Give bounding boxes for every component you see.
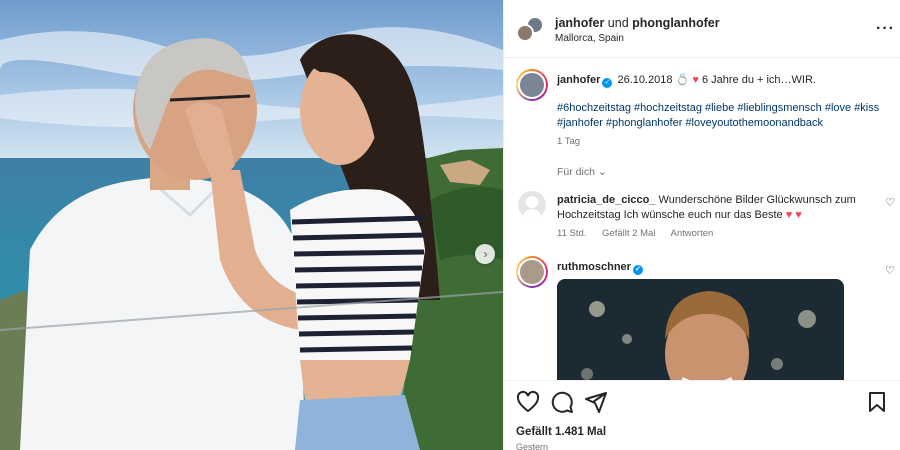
author-link-phonglanhofer[interactable]: phonglanhofer	[632, 16, 720, 30]
caption-text: 6 Jahre du + ich…WIR.	[701, 74, 816, 86]
post-details-panel: janhofer und phonglanhofer Mallorca, Spa…	[503, 0, 900, 450]
avatar[interactable]	[516, 256, 548, 288]
post-photo[interactable]: ›	[0, 0, 503, 450]
comment-username[interactable]: ruthmoschner	[557, 261, 631, 273]
author-link-janhofer[interactable]: janhofer	[555, 16, 604, 30]
avatar[interactable]	[516, 69, 548, 101]
comment: patricia_de_cicco_ Wunderschöne Bilder G…	[557, 193, 857, 223]
save-icon[interactable]	[865, 390, 889, 414]
next-photo-button[interactable]: ›	[475, 244, 495, 264]
collab-avatars[interactable]	[516, 16, 546, 44]
post-header: janhofer und phonglanhofer Mallorca, Spa…	[504, 0, 900, 58]
instagram-post: › janhofer und phonglanhofer Mallorca, S…	[0, 0, 900, 450]
next-arrow-icon: ›	[483, 247, 488, 261]
for-you-label: Für dich	[557, 166, 595, 178]
chevron-down-icon: ⌄	[597, 166, 607, 178]
verified-icon: ✓	[632, 265, 643, 275]
post-authors: janhofer und phonglanhofer	[555, 16, 720, 30]
like-icon[interactable]	[516, 390, 540, 414]
comment-likes[interactable]: Gefällt 2 Mal	[602, 228, 655, 239]
caption-line: janhofer ✓ 26.10.2018 💍 ♥ 6 Jahre du + ic…	[557, 73, 816, 88]
comments-scroll-area[interactable]: janhofer ✓ 26.10.2018 💍 ♥ 6 Jahre du + ic…	[504, 58, 900, 380]
comment-icon[interactable]	[550, 390, 574, 414]
post-date: Gestern	[516, 442, 549, 450]
comment-gif-image[interactable]	[557, 279, 844, 380]
more-icon[interactable]: ···	[876, 20, 895, 38]
location-link[interactable]: Mallorca, Spain	[555, 33, 624, 44]
avatar	[516, 24, 534, 42]
comment-username[interactable]: patricia_de_cicco_	[557, 194, 655, 206]
caption-hashtags[interactable]: #6hochzeitstag #hochzeitstag #liebe #lie…	[557, 101, 887, 131]
author-connector: und	[607, 16, 629, 30]
likes-count[interactable]: Gefällt 1.481 Mal	[516, 426, 606, 438]
comment-time: 11 Std.	[557, 228, 587, 239]
reply-button[interactable]: Antworten	[671, 228, 714, 239]
caption-time: 1 Tag	[557, 136, 581, 147]
like-icon[interactable]: ♡	[885, 196, 895, 209]
ring-icon: 💍	[675, 74, 690, 86]
heart-icon: ♥ ♥	[785, 209, 802, 221]
like-icon[interactable]: ♡	[885, 264, 895, 277]
for-you-dropdown[interactable]: Für dich ⌄	[557, 166, 607, 178]
share-icon[interactable]	[584, 390, 608, 414]
comment: ruthmoschner ✓	[557, 261, 645, 275]
heart-icon: ♥	[692, 74, 699, 86]
couple-photo-image	[0, 0, 503, 450]
action-bar: Gefällt 1.481 Mal Gestern	[504, 380, 900, 450]
caption-username[interactable]: janhofer	[557, 74, 600, 86]
comment-meta: 11 Std. Gefällt 2 Mal Antworten	[557, 228, 726, 239]
verified-icon: ✓	[602, 78, 613, 88]
caption-date: 26.10.2018	[617, 74, 673, 86]
avatar[interactable]	[518, 191, 546, 219]
